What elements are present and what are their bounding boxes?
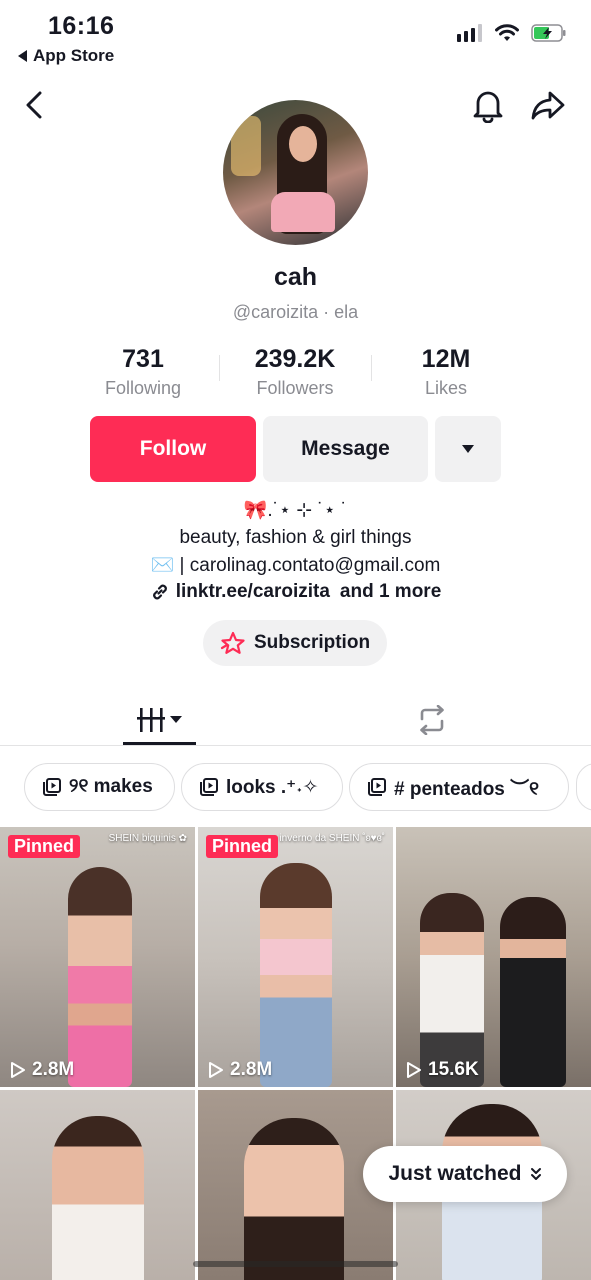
battery-charging-icon [531,24,566,42]
view-count: 2.8M [10,1059,74,1081]
playlist-icon [368,778,386,796]
profile-avatar[interactable] [223,100,368,245]
back-triangle-icon [18,50,27,62]
followers-label: Followers [256,378,334,398]
video-caption-overlay: inverno da SHEIN ˚ʚ♥ɞ˚ [279,833,385,844]
bio-line-decoration: 🎀.˙⋆ ⊹ ˙⋆ ˙ [243,500,348,521]
view-count-text: 15.6K [428,1059,479,1080]
avatar-face [289,126,317,162]
bio-line-email: ✉️ | carolinag.contato@gmail.com [150,555,441,576]
following-label: Following [104,378,182,398]
just-watched-button[interactable]: Just watched [363,1146,567,1202]
playlist-chip-label: looks .⁺˖✧ [226,776,319,798]
back-button[interactable] [18,88,50,122]
tab-videos[interactable] [123,694,196,746]
stat-followers[interactable]: 239.2K Followers [220,345,370,399]
playlist-chip-label: # penteados ︶୧ [394,778,540,800]
bio-link-more[interactable]: and 1 more [340,581,441,603]
stat-following[interactable]: 731 Following [68,345,218,399]
view-count: 2.8M [208,1059,272,1081]
thumbnail-subject [420,893,484,1087]
subscription-star-icon [220,631,245,654]
home-indicator [193,1261,398,1267]
share-button[interactable] [528,86,568,124]
followers-count: 239.2K [254,345,336,373]
tab-divider [0,745,591,746]
chevron-left-icon [26,91,42,119]
likes-count: 12M [421,345,471,373]
link-icon [152,584,167,600]
play-icon [11,1062,25,1078]
status-time: 16:16 [48,12,115,40]
more-options-button[interactable] [435,416,501,482]
play-icon [209,1062,223,1078]
view-count-text: 2.8M [32,1059,75,1080]
cellular-signal-icon [457,24,482,42]
view-count-text: 2.8M [230,1059,273,1080]
thumbnail-subject [68,867,132,1087]
status-icons [457,24,567,42]
caret-down-icon [462,445,474,453]
notification-bell-button[interactable] [470,86,506,124]
thumbnail-subject [500,897,566,1087]
display-name: cah [273,263,318,291]
pinned-badge: Pinned [206,835,279,858]
tab-reposts[interactable] [395,694,468,746]
playlist-icon [43,778,61,796]
thumbnail-subject [52,1116,144,1280]
bio-link-text[interactable]: linktr.ee/caroizita [176,581,330,603]
back-to-app-store-link[interactable]: App Store [18,46,114,66]
video-thumbnail[interactable]: inverno da SHEIN ˚ʚ♥ɞ˚ Pinned 2.8M [198,827,393,1087]
avatar-outfit [271,192,335,232]
subscription-label: Subscription [253,632,371,653]
subscription-button[interactable]: Subscription [203,620,387,666]
following-count: 731 [122,345,164,373]
video-thumbnail[interactable] [198,1090,393,1280]
video-thumbnail[interactable]: 15.6K [396,827,591,1087]
bell-icon [473,91,503,123]
back-app-label: App Store [33,46,115,65]
share-arrow-icon [531,91,565,120]
playlist-chip-label: ୨୧ makes [69,776,153,797]
avatar-background-light [231,116,261,176]
double-chevron-down-icon [530,1168,541,1180]
playlist-chip-looks[interactable]: looks .⁺˖✧ [181,763,343,811]
video-caption-overlay: SHEIN biquinis ✿ [108,833,187,844]
thumbnail-subject [244,1118,344,1280]
playlist-chip-makes[interactable]: ୨୧ makes [24,763,175,811]
bio-line-description: beauty, fashion & girl things [179,527,412,548]
playlist-chip-partial[interactable] [576,763,591,811]
just-watched-label: Just watched [388,1162,522,1185]
bio-link-row[interactable]: linktr.ee/caroizita and 1 more [0,581,591,603]
repost-icon [419,705,444,735]
thumbnail-subject [260,863,332,1087]
video-thumbnail[interactable] [0,1090,195,1280]
playlist-chip-penteados[interactable]: # penteados ︶୧ [349,763,569,811]
username-handle: @caroizita · ela [232,302,359,322]
play-icon [407,1062,421,1078]
stat-likes[interactable]: 12M Likes [371,345,521,399]
video-thumbnail[interactable]: SHEIN biquinis ✿ Pinned 2.8M [0,827,195,1087]
message-button[interactable]: Message [263,416,428,482]
video-grid-icon [136,708,182,732]
wifi-icon [495,24,519,41]
view-count: 15.6K [406,1059,479,1081]
pinned-badge: Pinned [8,835,81,858]
playlist-icon [200,778,218,796]
follow-button[interactable]: Follow [90,416,256,482]
likes-label: Likes [424,378,468,398]
